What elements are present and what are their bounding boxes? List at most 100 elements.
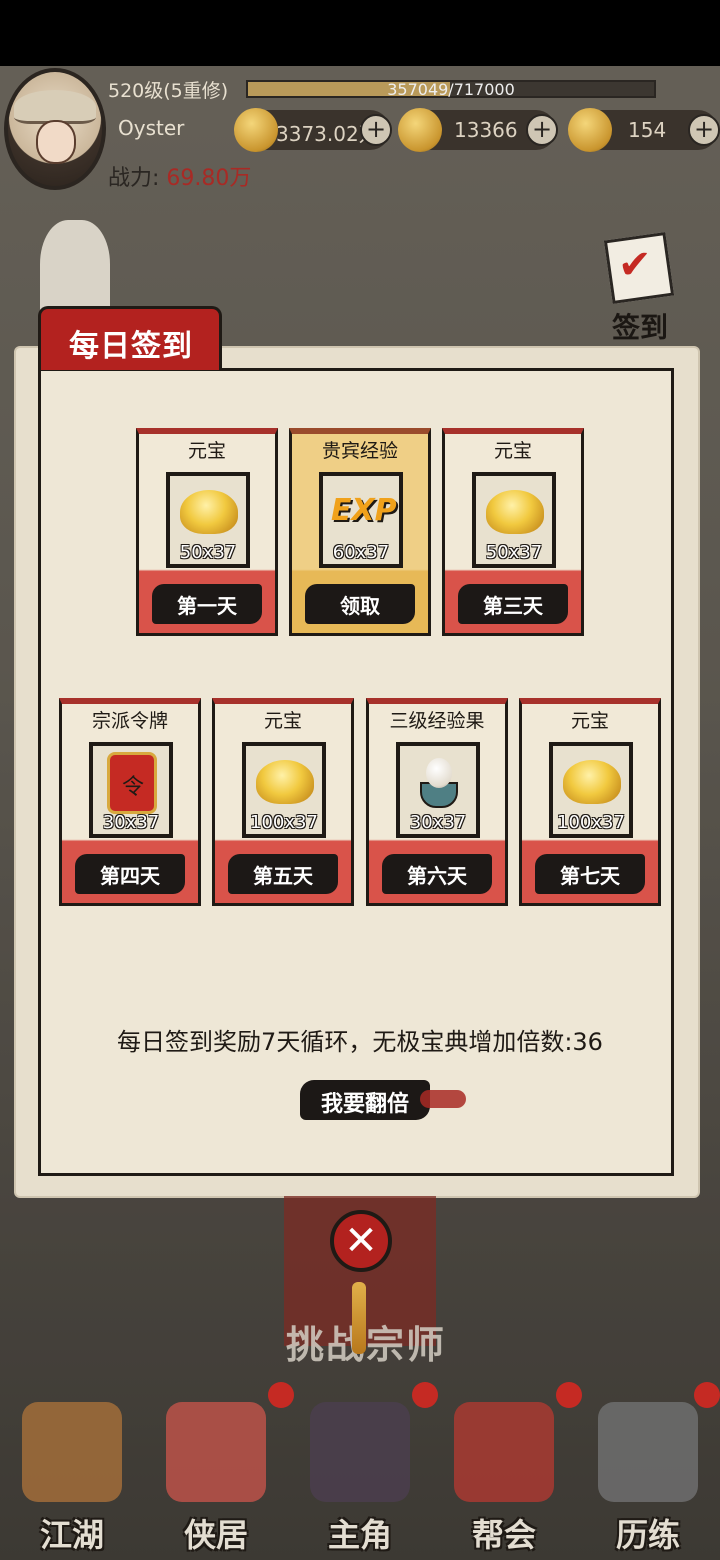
reward-card-day2[interactable]: 贵宾经验 EXP 60x37 领取 xyxy=(289,428,431,636)
reward-qty: 60x37 xyxy=(332,542,390,563)
reward-card-day3[interactable]: 元宝 50x37 第三天 xyxy=(442,428,584,636)
house-icon xyxy=(166,1402,266,1502)
fruit-shape xyxy=(426,758,452,788)
reward-name: 元宝 xyxy=(187,440,226,462)
add-gourd-button[interactable]: + xyxy=(688,114,720,146)
exp-fruit-icon xyxy=(412,756,466,812)
power-value: 69.80万 xyxy=(166,166,252,191)
gate-icon xyxy=(454,1402,554,1502)
gold-ingot-icon xyxy=(180,490,238,534)
nav-guild[interactable]: 帮会 xyxy=(432,1396,576,1560)
reward-slot: 30x37 xyxy=(89,742,173,838)
nav-label: 帮会 xyxy=(471,1516,536,1554)
add-coin-button[interactable]: + xyxy=(360,114,392,146)
sect-token-icon xyxy=(107,752,157,814)
dialog-title: 每日签到 xyxy=(69,329,193,364)
face-icon xyxy=(36,120,76,164)
coin-icon xyxy=(234,108,278,152)
claim-button[interactable]: 领取 xyxy=(305,584,415,624)
reward-slot: 50x37 xyxy=(166,472,250,568)
reward-slot: 100x37 xyxy=(242,742,326,838)
double-reward-button[interactable]: 我要翻倍 xyxy=(300,1080,466,1120)
player-avatar[interactable] xyxy=(4,68,106,190)
gold-ingot-icon xyxy=(563,760,621,804)
hat-icon xyxy=(14,90,96,124)
day-label: 第三天 xyxy=(458,584,568,624)
gold-ingot-icon xyxy=(486,490,544,534)
reward-card-day4[interactable]: 宗派令牌 30x37 第四天 xyxy=(59,698,201,906)
gourd-icon xyxy=(568,108,612,152)
day-label: 第七天 xyxy=(535,854,645,894)
day-text: 第四天 xyxy=(100,864,160,888)
reward-card-day7[interactable]: 元宝 100x37 第七天 xyxy=(519,698,661,906)
reward-name: 元宝 xyxy=(493,440,532,462)
reward-card-day1[interactable]: 元宝 50x37 第一天 xyxy=(136,428,278,636)
reward-slot: 50x37 xyxy=(472,472,556,568)
nav-training[interactable]: 历练 xyxy=(576,1396,720,1560)
reward-slot: 100x37 xyxy=(549,742,633,838)
gold-ingot-icon xyxy=(398,108,442,152)
exp-text: 357049/717000 xyxy=(387,80,515,99)
claim-text: 领取 xyxy=(340,594,380,618)
day-text: 第三天 xyxy=(483,594,543,618)
nav-label: 侠居 xyxy=(183,1516,248,1554)
nav-hero[interactable]: 主角 xyxy=(288,1396,432,1560)
day-label: 第六天 xyxy=(382,854,492,894)
reward-name: 元宝 xyxy=(570,710,609,732)
resource-coin: 3373.02万 + xyxy=(234,108,392,152)
reward-qty: 100x37 xyxy=(250,812,318,833)
reward-qty: 30x37 xyxy=(409,812,467,833)
double-reward-label: 我要翻倍 xyxy=(320,1092,409,1117)
signin-label[interactable]: 签到 xyxy=(612,306,668,346)
power-label: 战力: xyxy=(108,166,160,191)
level-text: 520级(5重修) xyxy=(108,80,229,102)
reward-qty: 50x37 xyxy=(179,542,237,563)
player-name: Oyster xyxy=(118,116,185,140)
nav-label: 主角 xyxy=(327,1516,392,1554)
reward-name: 三级经验果 xyxy=(389,710,485,732)
signin-calendar-icon[interactable]: ✔ xyxy=(600,230,680,310)
hero-icon xyxy=(310,1402,410,1502)
day-label: 第一天 xyxy=(152,584,262,624)
reward-qty: 30x37 xyxy=(102,812,160,833)
tassel-icon xyxy=(352,1282,366,1354)
gourd-icon xyxy=(22,1402,122,1502)
signin-description: 每日签到奖励7天循环，无极宝典增加倍数:36 xyxy=(117,1028,603,1056)
add-ingot-button[interactable]: + xyxy=(526,114,558,146)
exp-bar: 357049/717000 xyxy=(246,80,656,99)
resource-value: 154 xyxy=(628,118,667,142)
nav-xiaju[interactable]: 侠居 xyxy=(144,1396,288,1560)
nav-label: 江湖 xyxy=(39,1516,104,1554)
exp-icon: EXP xyxy=(331,493,397,528)
level-row: 520级(5重修) 357049/717000 xyxy=(108,72,708,104)
reward-card-day5[interactable]: 元宝 100x37 第五天 xyxy=(212,698,354,906)
close-button[interactable]: ✕ xyxy=(330,1210,392,1272)
combat-power: 战力: 69.80万 xyxy=(108,160,251,192)
day-text: 第六天 xyxy=(407,864,467,888)
reward-qty: 100x37 xyxy=(557,812,625,833)
day-label: 第四天 xyxy=(75,854,185,894)
reward-name: 元宝 xyxy=(263,710,302,732)
close-icon: ✕ xyxy=(344,1218,378,1264)
day-label: 第五天 xyxy=(228,854,338,894)
gold-ingot-icon xyxy=(256,760,314,804)
dialog-title-tab: 每日签到 xyxy=(38,306,222,370)
check-icon: ✔ xyxy=(618,242,652,288)
reward-name: 宗派令牌 xyxy=(91,710,168,732)
sword-icon xyxy=(598,1402,698,1502)
reward-qty: 50x37 xyxy=(485,542,543,563)
resource-ingot: 13366 + xyxy=(398,108,558,152)
resource-value: 13366 xyxy=(454,118,518,142)
day-text: 第一天 xyxy=(177,594,237,618)
reward-slot: 30x37 xyxy=(396,742,480,838)
reward-name: 贵宾经验 xyxy=(321,440,398,462)
reward-card-day6[interactable]: 三级经验果 30x37 第六天 xyxy=(366,698,508,906)
day-text: 第五天 xyxy=(253,864,313,888)
resource-gourd: 154 + xyxy=(568,108,720,152)
bottom-nav: 江湖 侠居 主角 帮会 历练 xyxy=(0,1396,720,1560)
reward-slot: EXP 60x37 xyxy=(319,472,403,568)
nav-label: 历练 xyxy=(615,1516,680,1554)
challenge-master-label[interactable]: 挑战宗师 xyxy=(286,1314,446,1369)
nav-jianghu[interactable]: 江湖 xyxy=(0,1396,144,1560)
day-text: 第七天 xyxy=(560,864,620,888)
